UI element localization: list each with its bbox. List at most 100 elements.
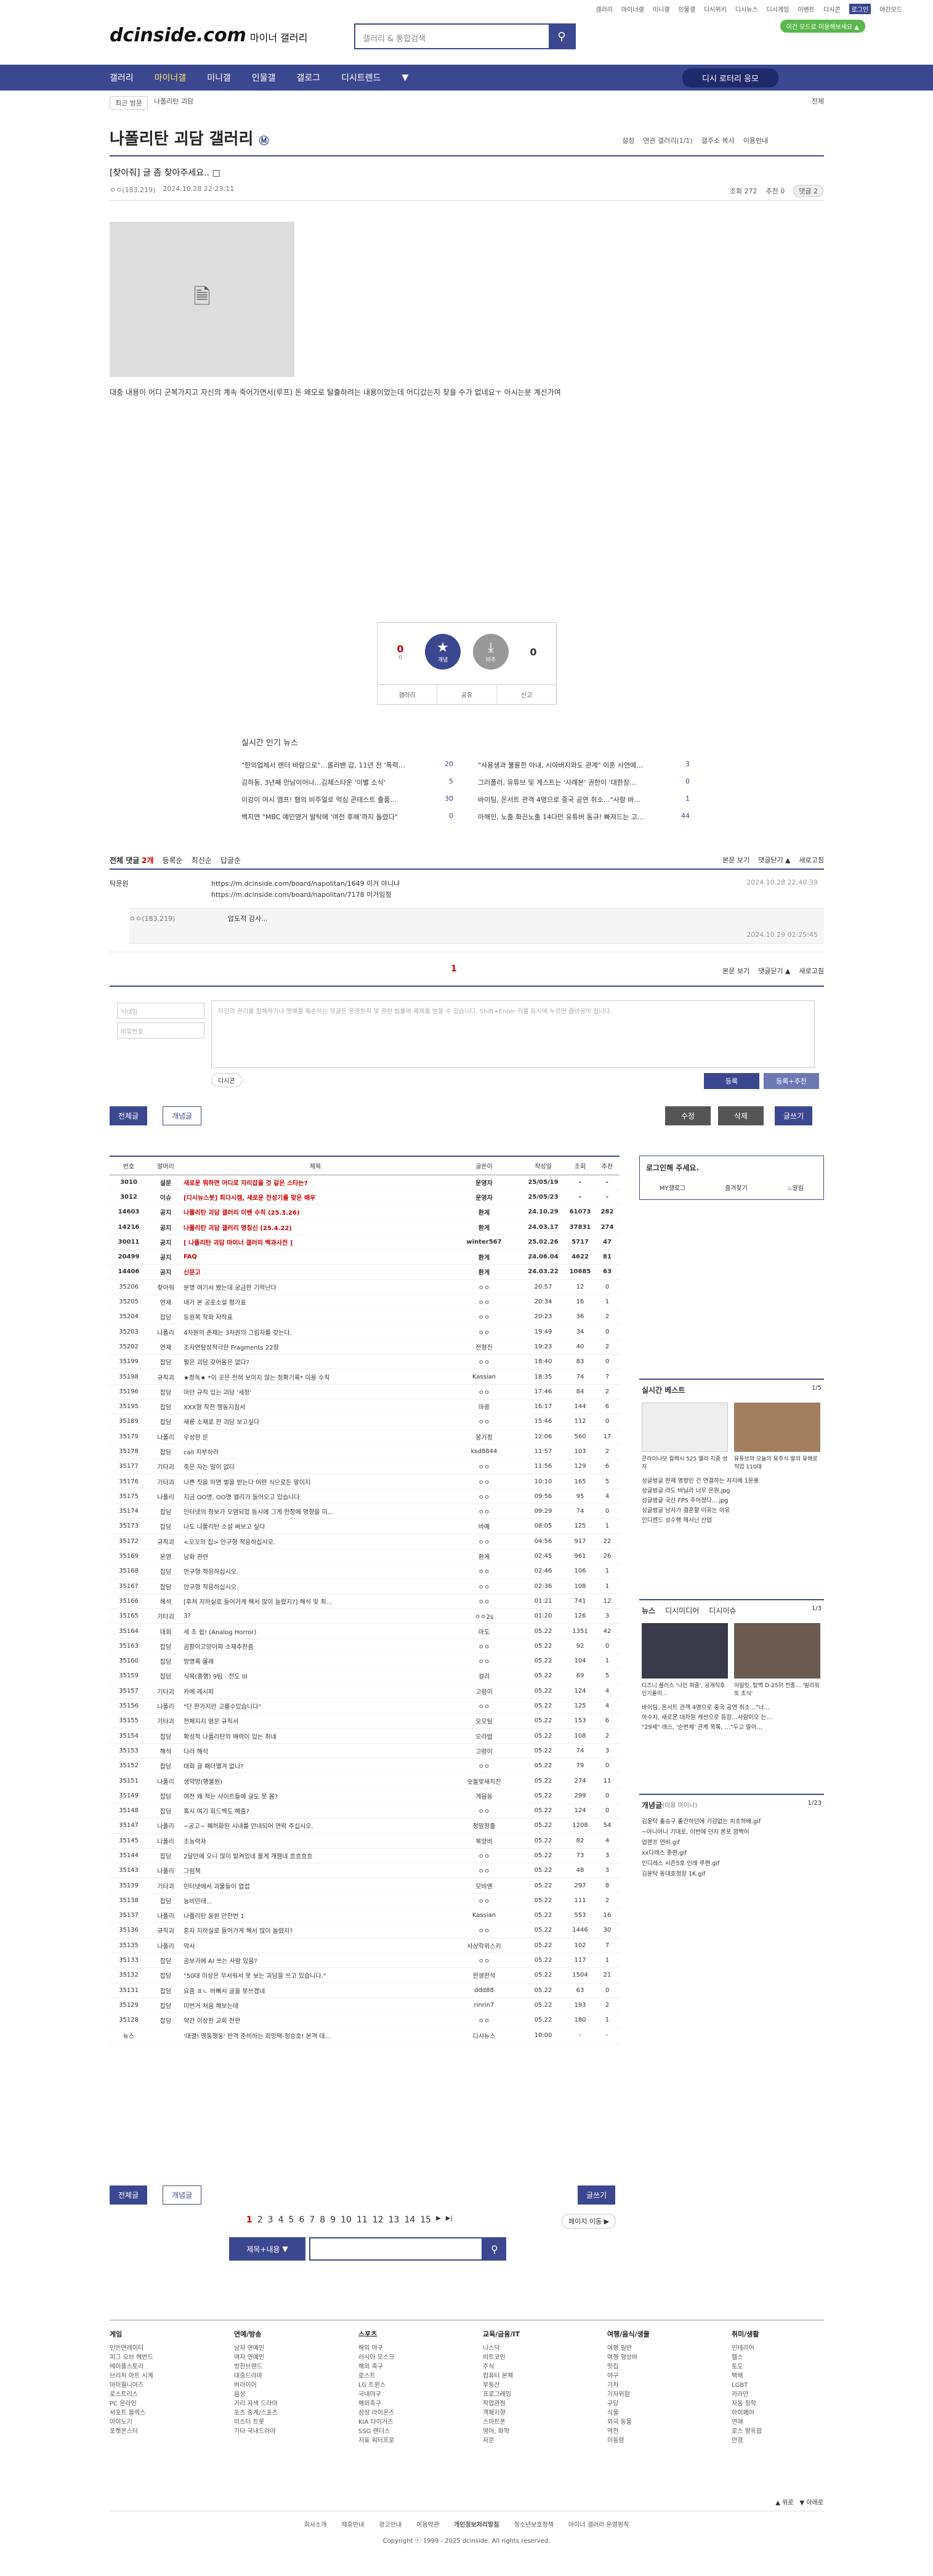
post-title-link[interactable]: 4차원의 존재는 3차원의 그림자를 갖는다.	[184, 1324, 447, 1340]
post-title-link[interactable]: 약사	[184, 1938, 447, 1953]
post-title-link[interactable]: 분명 여기서 봤는데 궁금한 기억난다	[184, 1279, 447, 1295]
post-title-link[interactable]: 방명록 몰래	[184, 1653, 447, 1669]
page-link[interactable]: 13	[389, 2215, 400, 2225]
post-title-link[interactable]: 확성적 나폴리탄의 매력이 있는 취네	[184, 1728, 447, 1744]
post-writer[interactable]: 환게	[447, 1549, 521, 1565]
util-link[interactable]: 이벤트	[798, 4, 815, 14]
table-row[interactable]: 35195 잡담 XXX형 작전 행동지침서 마릉 16:17 144 6	[110, 1399, 620, 1415]
post-title-link[interactable]: 등원복 작화 자작표	[184, 1309, 447, 1325]
footer-link[interactable]: 포켓몬스터	[110, 2427, 202, 2436]
best-item[interactable]: 인디렌드 성수행 헤서닌 산업	[642, 1516, 822, 1526]
table-row[interactable]: 35172 규칙괴 <꼬꼬의 집> 안구형 적응하십시오. ㅇㅇ 04:56 917 22	[110, 1534, 620, 1549]
post-writer[interactable]: rinrin7	[447, 1998, 521, 2014]
footer-link[interactable]: 나스닥	[483, 2344, 575, 2353]
table-row[interactable]: 35163 잡담 곰팡이고양이파 소재추천좀 ㅇㅇ 05.22 92 0	[110, 1638, 620, 1655]
post-writer[interactable]: ㅇㅇ	[447, 1563, 521, 1579]
footer-link[interactable]: LGBT	[732, 2381, 824, 2390]
table-row[interactable]: 35143 나폴리 그림책 ㅇㅇ 05.22 48 3	[110, 1863, 620, 1879]
post-writer[interactable]: ㅇㅇ	[447, 1803, 521, 1819]
gnb-item[interactable]: 갤로그	[296, 71, 320, 84]
post-title-link[interactable]: 조능력자	[184, 1833, 447, 1849]
table-row[interactable]: 35155 기타괴 전체지지 영문 규칙서 오모팀 05.22 153 6	[110, 1713, 620, 1729]
table-row[interactable]: 35199 잡담 펄은 괴담 갖어옴은 없다? ㅇㅇ 18:40 83 0	[110, 1354, 620, 1370]
page-link[interactable]: 14	[404, 2215, 415, 2225]
post-title-link[interactable]: 나폴리탄 괴담 갤러리 이벤 수칙 (25.3.26)	[184, 1204, 447, 1220]
footer-link[interactable]: 해외축구	[358, 2399, 451, 2408]
news-page[interactable]: 1/3	[812, 1605, 822, 1616]
post-writer[interactable]: 환게	[447, 1204, 521, 1220]
footer-bottom-link[interactable]: 제휴안내	[342, 2519, 365, 2529]
footer-link[interactable]: 브리처 아트 시계	[110, 2371, 202, 2381]
table-row[interactable]: 35145 나폴리 조능력자 복양비 05.22 82 4	[110, 1833, 620, 1849]
news-item[interactable]: 백지연 "MBC 예민영거 발탁에 '여전 후배'까지 돌렸다" 0	[241, 812, 453, 822]
table-row[interactable]: 14603 공지 나폴리탄 괴담 갤러리 이벤 수칙 (25.3.26) 환게 24.1…	[110, 1204, 620, 1220]
footer-link[interactable]: 기자위험	[607, 2390, 700, 2399]
post-writer[interactable]: ㅇㅇ	[447, 1758, 521, 1774]
news-tab[interactable]: 디시미디어	[665, 1605, 699, 1616]
gnb-item[interactable]: 인물갤	[252, 71, 276, 84]
footer-link[interactable]: 여행 일반	[607, 2344, 700, 2353]
post-writer[interactable]: ㅇㅇ	[447, 1489, 521, 1505]
table-row[interactable]: 35206 찾아줘 분명 여기서 봤는데 궁금한 기억난다 ㅇㅇ 20:57 12 0	[110, 1279, 620, 1295]
share-button[interactable]: 공유	[437, 685, 497, 704]
reply-author[interactable]: ㅇㅇ(183.219)	[129, 913, 175, 923]
table-row[interactable]: 35176 기타괴 나쁜 짓을 하면 벌을 받는다 어떤 식으로든 말이지 ㅇㅇ 10:…	[110, 1473, 620, 1489]
post-writer[interactable]: 바예	[447, 1518, 521, 1534]
footer-link[interactable]: 로스 왕옥합	[732, 2427, 824, 2436]
footer-column-title[interactable]: 취미/생활	[732, 2330, 824, 2339]
footer-link[interactable]: 인테리어	[732, 2344, 824, 2353]
page-last-icon[interactable]: ▶|	[446, 2215, 453, 2225]
news-card[interactable]: 디즈니 플러스 '나인 퍼즐', 공개직후 인기몰이…	[642, 1623, 728, 1697]
footer-link[interactable]: 프로그래밍	[483, 2390, 575, 2399]
post-title-link[interactable]: <꼬꼬의 집> 안구형 적응하십시오.	[184, 1534, 447, 1549]
chevron-down-icon[interactable]: ▼	[402, 73, 409, 83]
table-row[interactable]: 20499 공지 FAQ 환게 24.06.04 4622 81	[110, 1249, 620, 1265]
settings-link[interactable]: 설정	[622, 136, 634, 145]
util-link[interactable]: 디시뉴스	[735, 4, 758, 14]
footer-link[interactable]: 미스터 트롯	[234, 2418, 326, 2427]
post-writer[interactable]: 운영자	[447, 1189, 521, 1205]
downvote-button[interactable]: ⤓ 비추	[473, 634, 509, 670]
page-link[interactable]: 9	[330, 2215, 336, 2225]
post-writer[interactable]: ㅇㅇ	[447, 2012, 521, 2028]
table-row[interactable]: 35165 기타괴 3? ㅇㅇ2s 01:20 126 3	[110, 1608, 620, 1624]
gnb-item[interactable]: 미니갤	[207, 71, 231, 84]
news-tab[interactable]: 디시이슈	[709, 1605, 736, 1616]
sort-registered[interactable]: 등록순	[163, 855, 183, 865]
gallery-share-button[interactable]: 갤러리	[378, 685, 437, 704]
footer-link[interactable]: 외국 동물	[607, 2418, 700, 2427]
table-row[interactable]: 35167 잡담 안구형 적응하십시오. ㅇㅇ 02:36 108 1	[110, 1579, 620, 1594]
copy-icon[interactable]: □	[212, 168, 220, 178]
table-row[interactable]: 35144 잡담 2달만에 오니 많이 발켜있네 볼게 개잼네 흐흐흐흐 ㅇㅇ 05.2…	[110, 1848, 620, 1864]
copy-address-link[interactable]: 갤주소 복사	[701, 136, 735, 145]
table-row[interactable]: 14216 공지 나폴리탄 괴담 갤러리 명칭신 (25.4.22) 환게 24.03.…	[110, 1219, 620, 1235]
footer-link[interactable]: SSG 랜더스	[358, 2427, 451, 2436]
footer-link[interactable]: 로스트리스	[110, 2390, 202, 2399]
util-link[interactable]: 디시콘	[823, 4, 841, 14]
alarm-tab[interactable]: ♨알림	[787, 1183, 804, 1192]
footer-bottom-link[interactable]: 청소년보호정책	[514, 2519, 554, 2529]
post-title-link[interactable]: 펄은 괴담 갖어옴은 없다?	[184, 1354, 447, 1370]
table-row[interactable]: 35129 잡담 미번거 처음 해보는데 rinrin7 05.22 193 2	[110, 1998, 620, 2014]
footer-bottom-link[interactable]: 회사소개	[304, 2519, 327, 2529]
news-card[interactable]: 아일릿, 탑백 D-25위 전종… '빌리워또 초식'	[734, 1623, 820, 1697]
footer-link[interactable]: 가리 자색 드라마	[234, 2399, 326, 2408]
post-title-link[interactable]: call 지부하라	[184, 1444, 447, 1460]
util-link[interactable]: 갤러리	[596, 4, 613, 14]
footer-link[interactable]: 지표 워터프로	[358, 2436, 451, 2445]
post-writer[interactable]: ㅇㅇ	[447, 1922, 521, 1938]
post-writer[interactable]: 모비엔	[447, 1877, 521, 1894]
post-title-link[interactable]: FAQ	[184, 1249, 447, 1265]
post-title-link[interactable]: 나폴리탄 동원 안전번 1	[184, 1908, 447, 1924]
search-icon[interactable]: ⚲	[483, 2237, 506, 2261]
post-writer[interactable]: ㅇㅇ	[447, 1309, 521, 1325]
table-row[interactable]: 3010 설문 새로운 뭐하면 어디로 자리잡을 것 같은 스타는? 운영자 25/05…	[110, 1175, 620, 1190]
footer-bottom-link[interactable]: 광고안내	[379, 2519, 402, 2529]
footer-link[interactable]: 맛집	[607, 2362, 700, 2371]
news-link[interactable]: 아수지, 새로운 대차원 캐선으로 등장…사람이오 는…	[642, 1713, 822, 1723]
util-link[interactable]: 마이너갤	[621, 4, 644, 14]
table-row[interactable]: 35131 잡담 요즘 ㅍㄴ 바빠서 글을 못쓰겠네 ddd88 05.22 63 0	[110, 1983, 620, 1998]
all-posts-button[interactable]: 전체글	[110, 1106, 148, 1125]
related-gallery-select[interactable]: 연관 갤러리(1/1)	[643, 136, 692, 145]
footer-column-title[interactable]: 여행/음식/생물	[607, 2330, 700, 2339]
